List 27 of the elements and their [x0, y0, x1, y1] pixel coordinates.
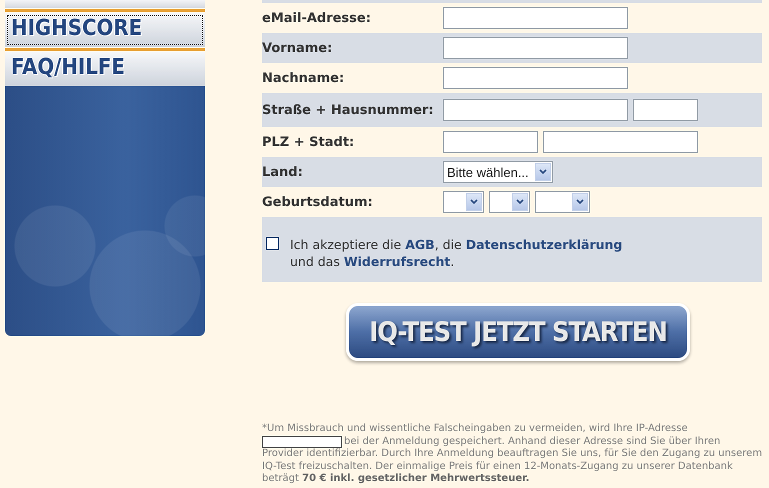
- input-field[interactable]: [633, 99, 698, 121]
- sidebar-menu-item[interactable]: FAQ/HILFE: [5, 52, 205, 86]
- consent-text: Ich akzeptiere die AGB, die Datenschutzerklärung und das Widerrufsrecht.: [290, 236, 624, 270]
- sidebar-menu-item[interactable]: HIGHSCORE: [5, 13, 205, 47]
- field-label: Straße + Hausnummer:: [262, 102, 435, 118]
- checkbox[interactable]: [266, 237, 279, 250]
- consent-link[interactable]: AGB: [405, 237, 435, 252]
- dropdown[interactable]: Bitte wählen...: [443, 161, 553, 183]
- consent-link[interactable]: Datenschutzerklärung: [466, 237, 622, 252]
- field-label: eMail-Adresse:: [262, 10, 372, 26]
- field-label: Geburtsdatum:: [262, 194, 374, 210]
- dropdown-value: Bitte wählen...: [447, 164, 529, 180]
- field-label: PLZ + Stadt:: [262, 134, 356, 150]
- field-label: Vorname:: [262, 40, 334, 56]
- footnote-text: Provider identifizierbar. Durch Ihre Anmeldung beauftragen Sie uns, für Sie den Zugang zu unserem IQ-Test freizuschalten. Der einmalige Preis für einen 12-Monats-Zugang zu unserer Datenbank beträgt 70 € inkl. gesetzlicher Mehrwertssteuer.: [262, 448, 764, 486]
- input-field[interactable]: [443, 67, 628, 89]
- input-field[interactable]: [443, 37, 628, 59]
- input-field[interactable]: [543, 131, 698, 153]
- footnote-text: bei der Anmeldung gespeichert. Anhand dieser Adresse sind Sie über Ihren: [344, 436, 720, 448]
- consent-link[interactable]: Widerrufsrecht: [344, 254, 450, 269]
- input-field[interactable]: [443, 7, 628, 29]
- field-label: Land:: [262, 164, 304, 180]
- footnote-text: *Um Missbrauch und wissentliche Falscheingaben zu vermeiden, wird Ihre IP-Adresse: [262, 423, 689, 436]
- start-test-button[interactable]: IQ-TEST JETZT STARTEN: [346, 303, 690, 361]
- input-field[interactable]: [443, 99, 628, 121]
- input-field[interactable]: [443, 131, 538, 153]
- field-label: Nachname:: [262, 70, 346, 86]
